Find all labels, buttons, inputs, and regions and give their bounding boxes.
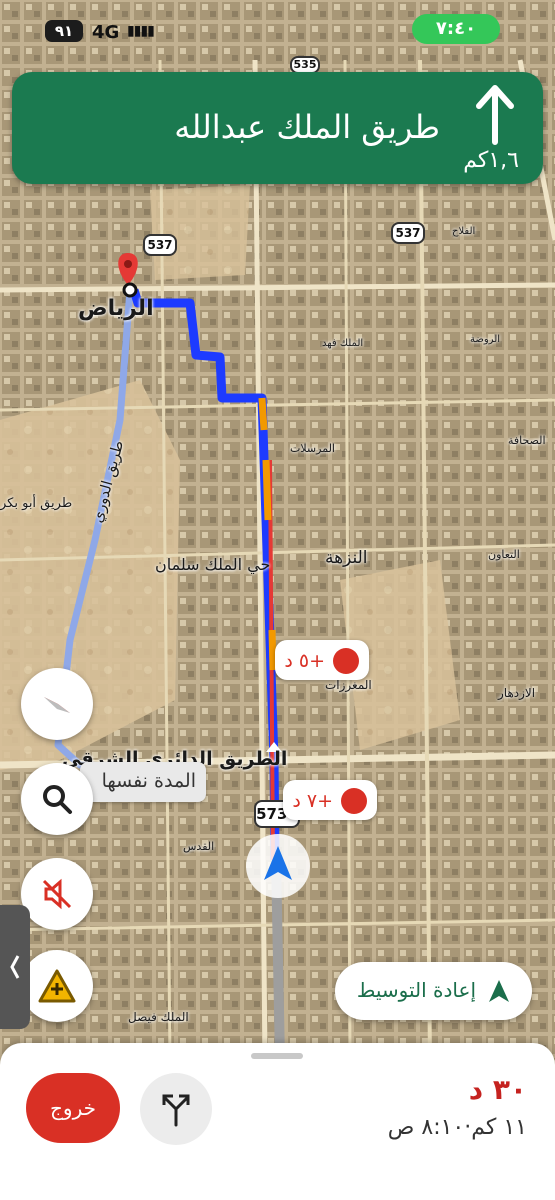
clock: ٧:٤٠ (412, 14, 500, 44)
map-label: الملك فهد (322, 338, 364, 349)
alt-route-label: المدة نفسها (101, 770, 196, 792)
traffic-delay-bubble[interactable]: +٥ د (275, 640, 369, 680)
map-label: النزهة (325, 548, 368, 568)
alternate-routes-button[interactable] (140, 1073, 212, 1145)
current-location-icon (246, 834, 310, 898)
sheet-handle[interactable] (251, 1053, 303, 1059)
road-shield: 537 (391, 222, 425, 244)
report-incident-button[interactable] (21, 950, 93, 1022)
map-label: حي الملك سلمان (155, 555, 271, 574)
recenter-label: إعادة التوسيط (356, 978, 476, 1002)
car-icon (341, 788, 367, 814)
map-label: الازدهار (498, 686, 536, 700)
eta-details: ١١ كم·٨:١٠ ص (387, 1115, 527, 1140)
compass-button[interactable] (21, 668, 93, 740)
road-shield: 537 (143, 234, 177, 256)
recenter-button[interactable]: إعادة التوسيط (335, 962, 532, 1020)
exit-navigation-button[interactable]: خروج (26, 1073, 120, 1143)
map-label: الصحافة (508, 434, 546, 447)
alt-route-tag[interactable]: المدة نفسها (80, 762, 206, 802)
search-icon (43, 785, 72, 814)
navigation-arrow-icon (489, 980, 509, 1002)
map-label: القدس (183, 840, 215, 853)
map-label: المرسلات (290, 442, 335, 455)
city-label: الرياض (78, 296, 154, 321)
arrow-up-icon (476, 85, 514, 145)
map-label: الروضة (470, 334, 501, 345)
fork-route-icon (162, 1094, 190, 1127)
compass-icon (44, 697, 70, 713)
delay-text: +٥ د (284, 650, 325, 672)
battery-indicator: ٩١ (45, 20, 83, 42)
status-bar: ٩١ 4G ▮▮▮▮ ٧:٤٠ (0, 0, 555, 62)
map-label: الفلاح (452, 226, 476, 237)
search-button[interactable] (21, 763, 93, 835)
eta-minutes: ٣٠ د (468, 1073, 527, 1106)
mute-icon (42, 878, 72, 910)
trip-summary-sheet[interactable]: خروج ٣٠ د ١١ كم·٨:١٠ ص (0, 1043, 555, 1200)
traffic-delay-bubble[interactable]: +٧ د (283, 780, 377, 820)
map-label: طريق أبو بكر (0, 496, 73, 511)
map-label: الملك فيصل (128, 1010, 189, 1024)
map-label: التعاون (488, 548, 520, 561)
mute-button[interactable] (21, 858, 93, 930)
add-incident-icon (38, 969, 76, 1003)
delay-text: +٧ د (292, 790, 333, 812)
chevron-left-icon (10, 955, 20, 979)
distance-to-turn: ١,٦كم (463, 148, 519, 173)
network-type: 4G (92, 22, 120, 43)
next-street-name: طريق الملك عبدالله (174, 108, 440, 146)
car-icon (333, 648, 359, 674)
map-label: المغرزات (325, 678, 372, 692)
side-panel-tab[interactable] (0, 905, 30, 1029)
signal-icon: ▮▮▮▮ (127, 23, 155, 39)
turn-instruction-card[interactable]: طريق الملك عبدالله ١,٦كم (12, 72, 543, 184)
